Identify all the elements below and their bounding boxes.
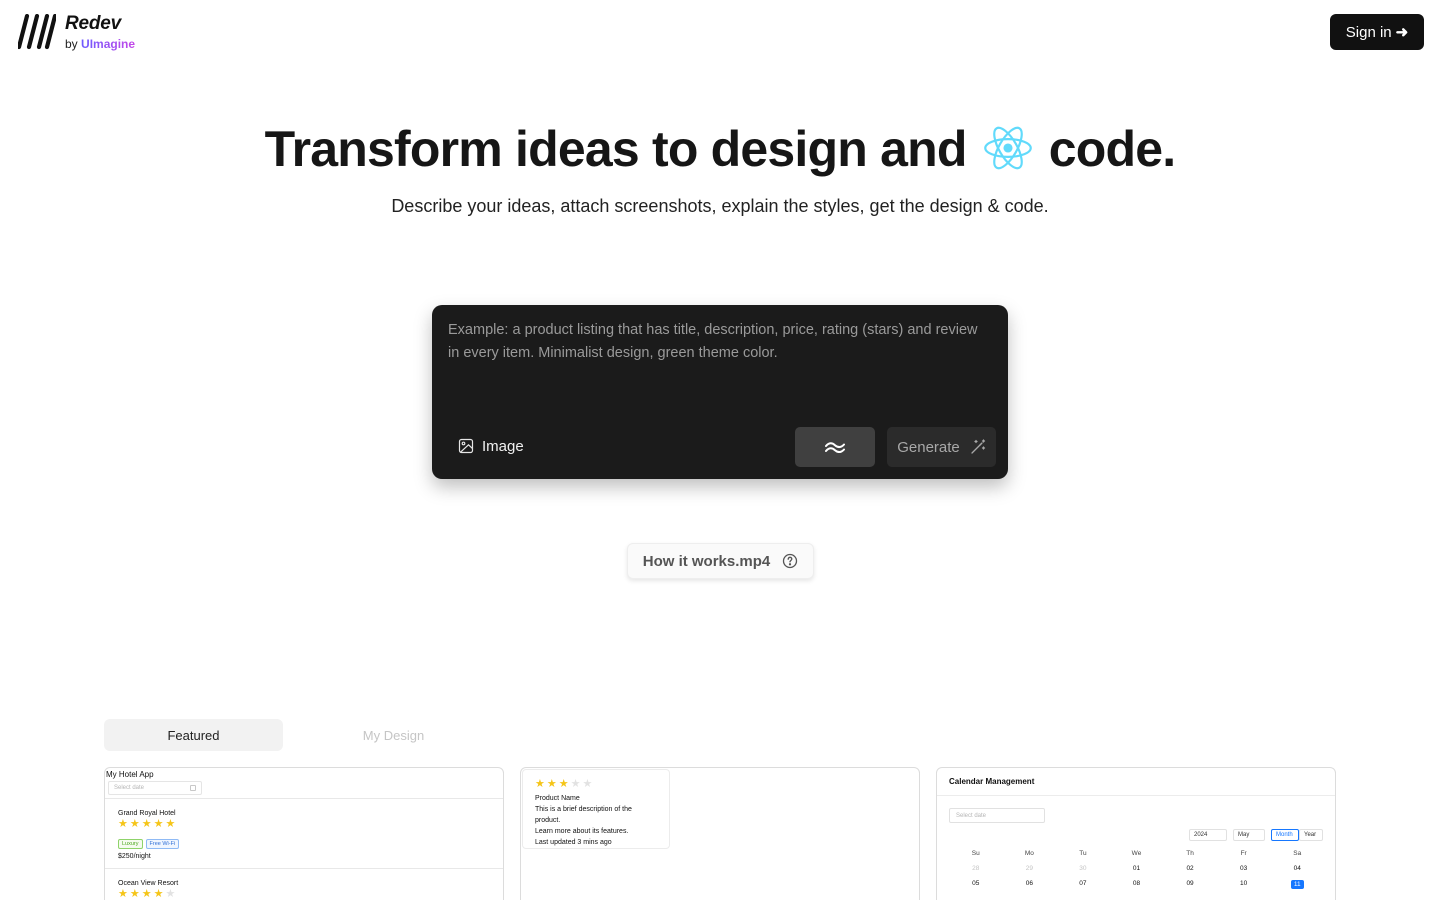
hotel-item: Grand Royal Hotel ★★★★★ Luxury Free Wi-Fi… bbox=[118, 810, 182, 860]
star-rating: ★★★★★ bbox=[118, 889, 178, 900]
tailwind-toggle-button[interactable] bbox=[795, 427, 875, 467]
month-value: May bbox=[1238, 832, 1250, 838]
hotel-date-picker: Select date bbox=[108, 781, 202, 795]
hero-subtitle: Describe your ideas, attach screenshots,… bbox=[391, 196, 1049, 216]
year-value: 2024 bbox=[1194, 832, 1208, 838]
generate-button[interactable]: Generate bbox=[887, 427, 996, 467]
tailwind-icon bbox=[825, 442, 845, 453]
calendar-day-wrapper: 11 bbox=[1270, 880, 1324, 889]
tag-free-wifi: Free Wi-Fi bbox=[145, 839, 180, 849]
calendar-day: 29 bbox=[1025, 865, 1033, 872]
star-icon: ★★★★ bbox=[118, 888, 166, 900]
star-empty-icon: ★ bbox=[165, 888, 178, 900]
hotel-name: Ocean View Resort bbox=[118, 880, 179, 887]
generate-label: Generate bbox=[897, 438, 960, 456]
hotel-name: Grand Royal Hotel bbox=[118, 810, 176, 817]
calendar-date-placeholder: Select date bbox=[956, 813, 987, 819]
slashes-logo-icon bbox=[18, 14, 56, 50]
divider bbox=[105, 868, 503, 869]
featured-card-product[interactable]: ★★★★★ Product Name This is a brief descr… bbox=[520, 767, 920, 900]
weekday: Sa bbox=[1293, 850, 1302, 857]
star-rating: ★★★★★ bbox=[535, 779, 657, 790]
product-description-more: Learn more about its features. bbox=[535, 828, 629, 835]
divider bbox=[105, 798, 503, 799]
tab-featured[interactable]: Featured bbox=[104, 719, 283, 751]
calendar-day: 09 bbox=[1186, 880, 1194, 887]
calendar-title: Calendar Management bbox=[949, 777, 1035, 786]
calendar-day: 06 bbox=[1025, 880, 1033, 887]
question-circle-icon bbox=[783, 553, 798, 569]
brand[interactable]: Redev by UImagine bbox=[18, 14, 135, 50]
calendar-day: 07 bbox=[1079, 880, 1087, 887]
image-icon bbox=[458, 438, 474, 454]
weekday: We bbox=[1131, 850, 1142, 857]
hero-title: Transform ideas to design and code. bbox=[0, 120, 1440, 178]
star-icon: ★★★ bbox=[535, 778, 571, 790]
calendar-day: 02 bbox=[1186, 865, 1194, 872]
featured-card-hotel-app[interactable]: My Hotel App Select date Grand Royal Hot… bbox=[104, 767, 504, 900]
hotel-date-placeholder: Select date bbox=[114, 785, 145, 791]
year-select: 2024 bbox=[1189, 829, 1227, 841]
hero-title-end: code. bbox=[1048, 121, 1176, 177]
calendar-icon bbox=[190, 785, 196, 791]
how-it-works-label: How it works.mp4 bbox=[642, 552, 771, 570]
attach-image-button[interactable]: Image bbox=[450, 431, 532, 461]
product-card: ★★★★★ Product Name This is a brief descr… bbox=[522, 769, 670, 849]
calendar-day: 01 bbox=[1132, 865, 1141, 872]
hero-title-start: Transform ideas to design and bbox=[264, 121, 968, 177]
star-rating: ★★★★★ bbox=[118, 819, 182, 830]
brand-company: UImagine bbox=[81, 37, 136, 51]
prompt-box: Image Generate bbox=[432, 305, 1008, 479]
brand-byline: by UImagine bbox=[65, 38, 135, 50]
prompt-input[interactable] bbox=[448, 319, 988, 409]
product-updated: Last updated 3 mins ago bbox=[535, 839, 612, 846]
brand-text: Redev by UImagine bbox=[65, 14, 135, 50]
mode-month: Month bbox=[1271, 829, 1299, 841]
tab-my-design[interactable]: My Design bbox=[304, 719, 483, 751]
how-it-works-button[interactable]: How it works.mp4 bbox=[627, 543, 814, 579]
tag-luxury: Luxury bbox=[118, 839, 143, 849]
calendar-day: 10 bbox=[1240, 880, 1248, 887]
product-description: This is a brief description of the produ… bbox=[535, 806, 632, 824]
weekday: Th bbox=[1186, 850, 1194, 857]
brand-name: Redev bbox=[65, 13, 122, 34]
calendar-date-picker: Select date bbox=[949, 808, 1045, 823]
hotel-item: Ocean View Resort ★★★★★ bbox=[118, 880, 178, 900]
weekday: Tu bbox=[1079, 850, 1087, 857]
sign-in-button[interactable]: Sign in ➜ bbox=[1330, 14, 1424, 50]
calendar-grid: Su Mo Tu We Th Fr Sa 28 29 30 01 02 03 0… bbox=[949, 850, 1324, 889]
hotel-tags: Luxury Free Wi-Fi bbox=[118, 832, 182, 850]
brand-by-text: by bbox=[65, 37, 78, 51]
featured-card-calendar[interactable]: Calendar Management Select date 2024 May… bbox=[936, 767, 1336, 900]
star-empty-icon: ★★ bbox=[570, 778, 595, 790]
arrow-right-icon: ➜ bbox=[1395, 24, 1409, 41]
star-icon: ★★★★★ bbox=[118, 818, 178, 830]
image-button-label: Image bbox=[482, 437, 524, 455]
weekday: Fr bbox=[1240, 850, 1247, 857]
sign-in-label: Sign in bbox=[1345, 23, 1392, 41]
magic-wand-icon bbox=[971, 439, 985, 454]
product-name: Product Name bbox=[535, 795, 580, 802]
weekday: Mo bbox=[1024, 850, 1034, 857]
calendar-day: 30 bbox=[1079, 865, 1087, 872]
calendar-day: 04 bbox=[1293, 865, 1301, 872]
calendar-day-selected: 11 bbox=[1290, 880, 1304, 889]
divider bbox=[937, 795, 1335, 796]
calendar-day: 08 bbox=[1132, 880, 1141, 887]
hotel-app-title: My Hotel App bbox=[106, 770, 154, 779]
calendar-day: 05 bbox=[972, 880, 980, 887]
calendar-day: 03 bbox=[1240, 865, 1248, 872]
month-select: May bbox=[1233, 829, 1265, 841]
calendar-day: 28 bbox=[972, 865, 980, 872]
mode-year: Year bbox=[1299, 829, 1323, 841]
react-icon bbox=[983, 126, 1032, 170]
hotel-price: $250/night bbox=[118, 853, 151, 860]
weekday: Su bbox=[971, 850, 980, 857]
